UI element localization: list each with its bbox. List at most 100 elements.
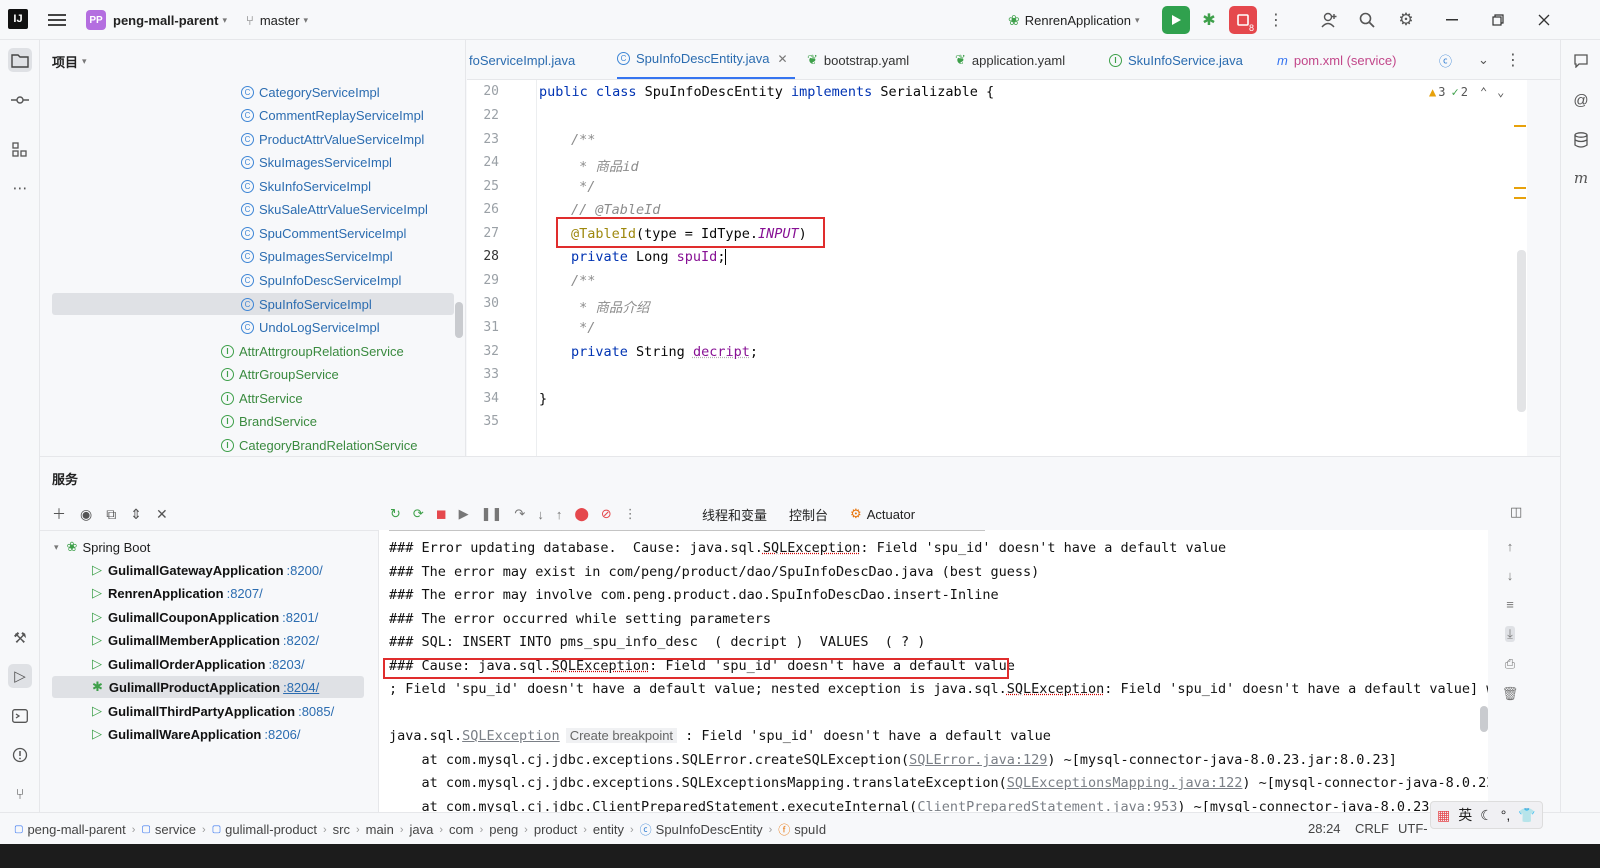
breadcrumb-item[interactable]: product (534, 822, 577, 837)
tree-item[interactable]: I AttrAttrgroupRelationService (221, 340, 404, 362)
tab-console[interactable]: 控制台 (789, 505, 828, 524)
build-hammer-icon[interactable]: ⚒ (8, 626, 32, 650)
previous-highlight-icon[interactable]: ⌃ (1480, 85, 1487, 99)
source-link[interactable]: SQLExceptionsMapping.java:122 (1007, 775, 1243, 791)
print-icon[interactable]: ⎙ (1505, 656, 1515, 672)
breadcrumb-item[interactable]: entity (593, 822, 624, 837)
breadcrumb-item[interactable]: com (449, 822, 474, 837)
tree-item[interactable]: C ProductAttrValueServiceImpl (241, 128, 424, 150)
commit-icon[interactable] (8, 88, 32, 112)
project-scrollbar[interactable] (455, 302, 463, 338)
tab-spu-info-service-impl[interactable]: foServiceImpl.java (469, 40, 575, 79)
stop-icon[interactable]: ◼ (436, 506, 447, 522)
project-switcher[interactable]: PP peng-mall-parent ▾ (86, 9, 227, 31)
create-breakpoint-button[interactable]: Create breakpoint (565, 728, 678, 743)
warning-marker[interactable] (1514, 125, 1526, 127)
step-out-icon[interactable]: ↑ (556, 507, 563, 522)
new-window-icon[interactable]: ⧉ (106, 506, 116, 523)
scroll-up-icon[interactable]: ↑ (1507, 539, 1514, 554)
tab-overflow[interactable]: ⓒ (1439, 40, 1452, 79)
service-item-selected[interactable]: ✱ GulimallProductApplication:8204/ (92, 676, 319, 698)
tree-item[interactable]: C CategoryServiceImpl (241, 81, 380, 103)
cursor-position[interactable]: 28:24 (1308, 821, 1341, 836)
line-separator[interactable]: CRLF (1355, 821, 1389, 836)
breadcrumb-item[interactable]: main (366, 822, 394, 837)
warning-marker[interactable] (1514, 187, 1526, 189)
scroll-to-end-icon[interactable]: ⤓ (1505, 626, 1515, 642)
tab-bootstrap-yaml[interactable]: ❦ bootstrap.yaml (807, 40, 909, 79)
breadcrumb-item[interactable]: java (409, 822, 433, 837)
tab-pom-xml[interactable]: m pom.xml (service) (1277, 40, 1396, 79)
tree-item-selected[interactable]: C SpuInfoServiceImpl (241, 293, 372, 315)
run-config-selector[interactable]: ❀ RenrenApplication ▾ (1008, 9, 1140, 31)
restore-window-icon[interactable] (1487, 9, 1509, 31)
expand-all-icon[interactable]: ⇕ (130, 506, 142, 523)
service-item[interactable]: ▷ GulimallGatewayApplication:8200/ (92, 559, 323, 581)
tree-item[interactable]: C SpuImagesServiceImpl (241, 245, 393, 267)
service-item[interactable]: ▷ GulimallThirdPartyApplication:8085/ (92, 700, 334, 722)
more-options-icon[interactable]: ⋮ (1265, 9, 1287, 31)
ide-logo-icon[interactable]: IJ (8, 9, 28, 29)
eye-icon[interactable]: ◉ (80, 506, 92, 523)
project-panel-header[interactable]: 项目 ▾ (52, 52, 87, 70)
database-icon[interactable] (1569, 128, 1593, 152)
breadcrumb-item[interactable]: peng (489, 822, 518, 837)
punctuation-icon[interactable]: °, (1501, 807, 1511, 823)
service-port-link[interactable]: :8203/ (268, 657, 304, 672)
main-menu-icon[interactable] (46, 9, 68, 31)
add-service-icon[interactable]: ＋ (52, 504, 66, 524)
branch-switcher[interactable]: ⑂ master ▾ (246, 9, 308, 31)
tab-sku-info-service[interactable]: I SkuInfoService.java (1109, 40, 1243, 79)
minimize-window-icon[interactable] (1441, 9, 1463, 31)
scroll-down-icon[interactable]: ↓ (1507, 568, 1514, 583)
problems-icon[interactable] (8, 743, 32, 767)
tree-item[interactable]: C SpuCommentServiceImpl (241, 222, 406, 244)
service-item[interactable]: ▷ GulimallCouponApplication:8201/ (92, 606, 318, 628)
next-highlight-icon[interactable]: ⌄ (1497, 85, 1504, 99)
ime-language[interactable]: 英 (1458, 805, 1472, 825)
service-item[interactable]: ▷ GulimallWareApplication:8206/ (92, 723, 301, 745)
mute-breakpoints-icon[interactable]: ⊘ (601, 506, 612, 522)
inspection-widget[interactable]: ▲ 3 ✓ 2 ⌃ ⌄ (1429, 85, 1504, 99)
tree-item[interactable]: C SpuInfoDescServiceImpl (241, 269, 401, 291)
debug-bug-icon[interactable]: ✱ (1198, 9, 1220, 31)
service-port-link[interactable]: :8201/ (282, 610, 318, 625)
breadcrumb-item[interactable]: SpuInfoDescEntity (656, 822, 763, 837)
more-options-icon[interactable]: ⋮ (624, 506, 637, 522)
skin-shirt-icon[interactable]: 👕 (1518, 807, 1535, 824)
warning-marker[interactable] (1514, 197, 1526, 199)
tree-item[interactable]: C UndoLogServiceImpl (241, 316, 380, 338)
tabs-dropdown-icon[interactable]: ⌄ (1478, 40, 1489, 79)
collapse-all-icon[interactable]: ✕ (156, 506, 168, 523)
pause-icon[interactable]: ❚❚ (481, 506, 503, 522)
console-scrollbar[interactable] (1480, 706, 1488, 732)
maven-icon[interactable]: m (1569, 166, 1593, 190)
tree-item[interactable]: C SkuSaleAttrValueServiceImpl (241, 198, 428, 220)
exception-link[interactable]: SQLException (462, 728, 560, 744)
ai-assistant-icon[interactable]: @ (1569, 88, 1593, 112)
editor-scrollbar[interactable] (1517, 250, 1526, 412)
tree-item[interactable]: C CommentReplayServiceImpl (241, 104, 424, 126)
services-icon[interactable]: ▷ (8, 664, 32, 688)
breadcrumb-item[interactable]: gulimall-product (225, 822, 317, 837)
step-over-icon[interactable]: ↷ (514, 506, 525, 522)
tree-item[interactable]: C SkuInfoServiceImpl (241, 175, 371, 197)
tab-threads-variables[interactable]: 线程和变量 (702, 505, 767, 524)
windows-logo-icon[interactable]: ▦ (1437, 807, 1450, 824)
breadcrumb-item[interactable]: service (155, 822, 196, 837)
service-item[interactable]: ▷ GulimallMemberApplication:8202/ (92, 629, 319, 651)
resume-icon[interactable]: ▶ (459, 506, 469, 522)
structure-icon[interactable] (8, 138, 32, 162)
file-encoding[interactable]: UTF- (1398, 821, 1428, 836)
project-folder-icon[interactable] (8, 48, 32, 72)
add-user-icon[interactable] (1318, 9, 1340, 31)
tree-item[interactable]: I AttrGroupService (221, 363, 339, 385)
terminal-icon[interactable] (8, 704, 32, 728)
soft-wrap-icon[interactable]: ≡ (1506, 597, 1514, 612)
service-port-link[interactable]: :8206/ (264, 727, 300, 742)
step-into-icon[interactable]: ↓ (537, 507, 544, 522)
service-port-link[interactable]: :8202/ (283, 633, 319, 648)
service-port-link[interactable]: :8207/ (227, 586, 263, 601)
layout-icon[interactable]: ◫ (1510, 504, 1522, 520)
stop-button[interactable]: 8 (1229, 6, 1257, 34)
